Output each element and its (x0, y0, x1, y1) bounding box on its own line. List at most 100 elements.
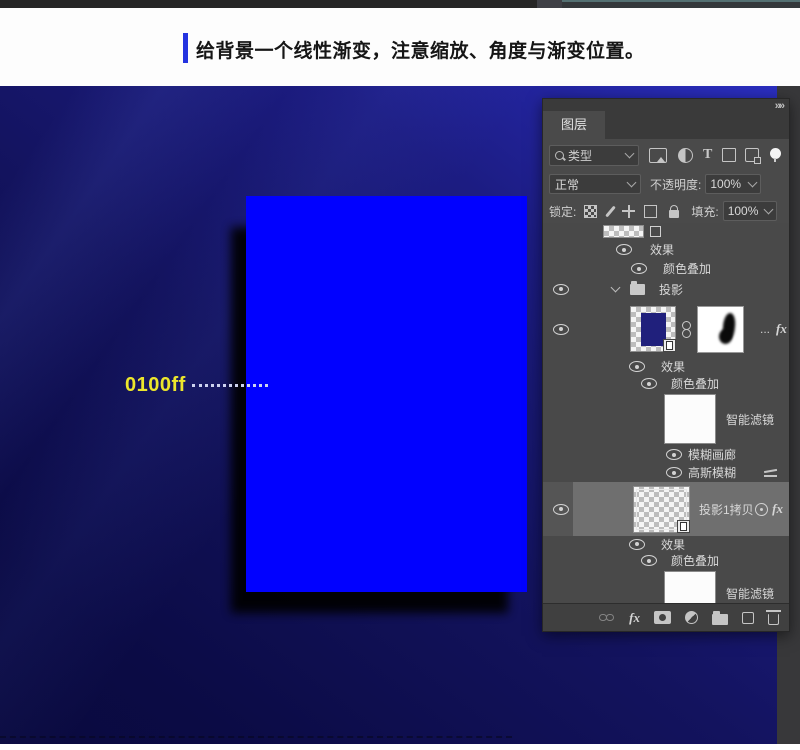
blend-mode-select[interactable]: 正常 (549, 174, 641, 194)
filter-label: 模糊画廊 (688, 446, 736, 463)
visibility-eye-icon[interactable] (616, 244, 632, 255)
visibility-eye-icon[interactable] (553, 504, 569, 515)
visibility-eye-icon[interactable] (629, 539, 645, 550)
layer-glyph-icon (650, 226, 661, 237)
fill-input[interactable]: 100% (723, 201, 777, 221)
visibility-eye-icon[interactable] (553, 324, 569, 335)
layer-name: ... (760, 322, 770, 336)
visibility-eye-icon[interactable] (666, 467, 682, 478)
fx-indicator-icon (772, 501, 783, 517)
tab-layers[interactable]: 图层 (543, 111, 605, 139)
filter-toggle-pin-icon[interactable] (770, 148, 781, 159)
layer-list: 效果 颜色叠加 投影 ... 效果 (543, 223, 789, 603)
effect-color-overlay-row[interactable]: 颜色叠加 (543, 259, 789, 278)
filter-adjustment-layers-icon[interactable] (678, 148, 693, 163)
new-layer-icon[interactable] (742, 612, 754, 624)
add-adjustment-layer-icon[interactable] (685, 611, 698, 624)
lock-all-icon[interactable] (669, 210, 679, 218)
filter-blur-gallery-row[interactable]: 模糊画廊 (543, 446, 789, 463)
collapse-panel-icon[interactable]: »» (775, 100, 783, 112)
layers-panel-toolbar (543, 603, 789, 631)
smart-filter-indicator-icon (755, 503, 768, 516)
opacity-label: 不透明度: (650, 176, 701, 193)
accent-bar (183, 33, 188, 63)
effect-label: 颜色叠加 (663, 260, 711, 277)
top-bar-segment (537, 0, 562, 8)
tutorial-header: 给背景一个线性渐变，注意缩放、角度与渐变位置。 (0, 8, 800, 86)
smart-object-badge-icon (677, 520, 690, 533)
smart-filter-mask-thumbnail[interactable] (664, 571, 716, 603)
filter-gaussian-blur-row[interactable]: 高斯模糊 (543, 463, 789, 482)
effect-label: 颜色叠加 (671, 552, 719, 569)
layer-row-clipped[interactable] (543, 223, 789, 240)
filter-type-layers-icon[interactable] (703, 147, 712, 163)
smart-filters-row[interactable]: 智能滤镜 (543, 392, 789, 446)
fx-indicator-icon (776, 321, 787, 337)
effect-label: 颜色叠加 (671, 375, 719, 392)
effect-color-overlay-row[interactable]: 颜色叠加 (543, 552, 789, 569)
selection-ants-line (0, 736, 512, 738)
smart-object-layer-row[interactable]: ... (543, 300, 789, 358)
tutorial-title: 给背景一个线性渐变，注意缩放、角度与渐变位置。 (196, 36, 645, 63)
effects-row[interactable]: 效果 (543, 358, 789, 375)
visibility-eye-icon[interactable] (631, 263, 647, 274)
layers-panel: 图层 »» 类型 正常 不透明度: 100% 锁定: 填充: (542, 98, 790, 632)
selected-layer-row[interactable]: 投影1拷贝 (543, 482, 789, 536)
filter-type-label: 类型 (568, 147, 622, 164)
add-layer-style-icon[interactable] (629, 610, 640, 626)
opacity-value: 100% (710, 177, 741, 191)
filter-label: 高斯模糊 (688, 464, 736, 481)
smart-object-badge-icon (663, 339, 676, 352)
group-row-shadow[interactable]: 投影 (543, 278, 789, 300)
effects-label: 效果 (650, 241, 674, 258)
window-top-bar (0, 0, 800, 8)
filter-shape-layers-icon[interactable] (722, 148, 736, 162)
panel-tab-bar: 图层 »» (543, 99, 789, 139)
dotted-leader-line (192, 384, 268, 387)
blend-mode-row: 正常 不透明度: 100% (549, 173, 785, 195)
folder-icon (630, 284, 645, 295)
filter-pixel-layers-icon[interactable] (649, 148, 667, 163)
effects-row[interactable]: 效果 (543, 240, 789, 259)
chevron-down-icon (627, 177, 637, 187)
visibility-eye-icon[interactable] (553, 284, 569, 295)
group-expand-chevron-icon[interactable] (611, 283, 621, 293)
layer-thumbnail[interactable] (603, 225, 644, 238)
effects-row[interactable]: 效果 (543, 536, 789, 552)
group-name: 投影 (659, 281, 683, 298)
opacity-input[interactable]: 100% (705, 174, 761, 194)
layer-mask-thumbnail[interactable] (697, 306, 744, 353)
smart-filters-label: 智能滤镜 (726, 411, 774, 428)
smart-filters-row[interactable]: 智能滤镜 (543, 569, 789, 603)
lock-transparency-icon[interactable] (584, 205, 597, 218)
chevron-down-icon (763, 204, 773, 214)
add-layer-mask-icon[interactable] (654, 611, 671, 624)
color-hex-label: 0100ff (125, 374, 186, 397)
layer-thumbnail[interactable] (630, 306, 676, 352)
chevron-down-icon (748, 177, 758, 187)
layer-name: 投影1拷贝 (699, 501, 754, 518)
artboard-rectangle[interactable] (246, 196, 527, 592)
effect-color-overlay-row[interactable]: 颜色叠加 (543, 375, 789, 392)
visibility-eye-icon[interactable] (641, 378, 657, 389)
layer-thumbnail[interactable] (633, 486, 690, 533)
visibility-eye-icon[interactable] (629, 361, 645, 372)
new-group-icon[interactable] (712, 614, 728, 625)
top-bar-segment (562, 0, 800, 8)
mask-link-icon[interactable] (682, 321, 690, 337)
smart-filter-mask-thumbnail[interactable] (664, 394, 716, 444)
filter-type-dropdown[interactable]: 类型 (549, 145, 639, 166)
link-layers-icon[interactable] (599, 614, 615, 622)
smart-filters-label: 智能滤镜 (726, 585, 774, 602)
visibility-eye-icon[interactable] (641, 555, 657, 566)
chevron-down-icon (625, 148, 635, 158)
layer-filter-row: 类型 (549, 144, 785, 166)
lock-artboard-icon[interactable] (644, 205, 657, 218)
search-icon (555, 151, 564, 160)
delete-layer-icon[interactable] (768, 614, 779, 625)
filter-smart-objects-icon[interactable] (745, 148, 759, 162)
filter-blend-options-icon[interactable] (764, 469, 777, 477)
lock-paint-icon[interactable] (606, 205, 617, 217)
lock-position-icon[interactable] (622, 205, 635, 218)
visibility-eye-icon[interactable] (666, 449, 682, 460)
